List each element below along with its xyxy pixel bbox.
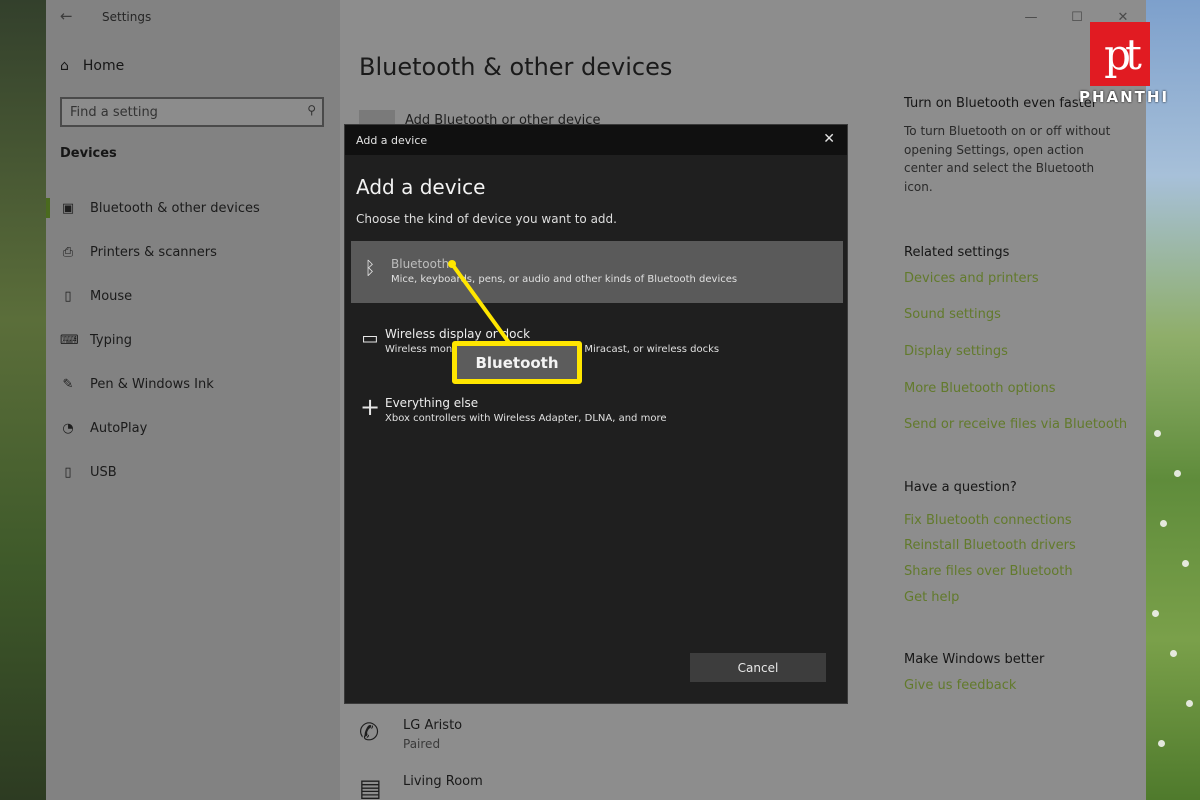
sidebar-item-bluetooth[interactable]: ▣ Bluetooth & other devices xyxy=(46,186,340,230)
sidebar-item-label: USB xyxy=(90,464,117,480)
dialog-heading: Add a device xyxy=(356,175,486,199)
sidebar-item-label: AutoPlay xyxy=(90,420,148,436)
nav-home[interactable]: ⌂ Home xyxy=(60,58,124,74)
link-reinstall-drivers[interactable]: Reinstall Bluetooth drivers xyxy=(904,538,1076,553)
plus-icon: + xyxy=(359,393,381,421)
device-name: LG Aristo xyxy=(403,718,463,733)
tip-heading: Turn on Bluetooth even faster xyxy=(904,96,1098,111)
minimize-button[interactable]: — xyxy=(1008,0,1054,34)
mouse-icon: ▯ xyxy=(64,288,72,304)
back-arrow-icon[interactable]: ← xyxy=(60,7,73,25)
sidebar-item-label: Mouse xyxy=(90,288,133,304)
link-sound-settings[interactable]: Sound settings xyxy=(904,307,1001,322)
search-input[interactable] xyxy=(62,99,292,125)
dialog-titlebar-text: Add a device xyxy=(356,134,428,147)
add-device-dialog: Add a device ✕ Add a device Choose the k… xyxy=(344,124,848,704)
link-share-files[interactable]: Share files over Bluetooth xyxy=(904,564,1073,579)
wallpaper-right xyxy=(1146,0,1200,800)
sidebar-item-mouse[interactable]: ▯ Mouse xyxy=(46,274,340,318)
sidebar-item-autoplay[interactable]: ◔ AutoPlay xyxy=(46,406,340,450)
sidebar-item-printers[interactable]: ⎙ Printers & scanners xyxy=(46,230,340,274)
sidebar-section-devices: Devices xyxy=(60,146,117,161)
sidebar-item-pen[interactable]: ✎ Pen & Windows Ink xyxy=(46,362,340,406)
autoplay-icon: ◔ xyxy=(62,420,74,436)
dialog-subtitle: Choose the kind of device you want to ad… xyxy=(356,212,617,226)
sidebar-item-label: Typing xyxy=(90,332,132,348)
tip-text: To turn Bluetooth on or off without open… xyxy=(904,124,1111,194)
sidebar-item-label: Printers & scanners xyxy=(90,244,217,260)
option-wireless-display[interactable]: ▭ Wireless display or dock Wireless moni… xyxy=(351,311,843,373)
link-fix-bluetooth[interactable]: Fix Bluetooth connections xyxy=(904,513,1072,528)
dialog-title-bar: Add a device ✕ xyxy=(345,125,847,155)
device-item-living-room[interactable]: ▤ Living Room xyxy=(359,774,483,800)
logo-mark: pt xyxy=(1090,22,1150,86)
sidebar-nav: ▣ Bluetooth & other devices ⎙ Printers &… xyxy=(46,186,340,494)
link-send-receive-files[interactable]: Send or receive files via Bluetooth xyxy=(904,417,1127,432)
title-bar: ← Settings — ☐ ✕ xyxy=(46,0,1146,34)
option-desc: Xbox controllers with Wireless Adapter, … xyxy=(385,413,667,424)
pen-icon: ✎ xyxy=(62,376,74,392)
question-heading: Have a question? xyxy=(904,480,1017,495)
bluetooth-devices-icon: ▣ xyxy=(61,200,75,216)
logo-text: PHANTHI xyxy=(1078,88,1170,106)
device-name: Living Room xyxy=(403,774,483,789)
option-everything-else[interactable]: + Everything else Xbox controllers with … xyxy=(351,380,843,442)
dialog-close-icon[interactable]: ✕ xyxy=(823,131,835,147)
link-give-feedback[interactable]: Give us feedback xyxy=(904,678,1016,693)
search-icon[interactable]: ⚲ xyxy=(307,103,316,117)
bluetooth-icon: ᛒ xyxy=(364,258,376,279)
link-more-bluetooth-options[interactable]: More Bluetooth options xyxy=(904,381,1055,396)
related-settings-heading: Related settings xyxy=(904,245,1010,260)
option-bluetooth[interactable]: ᛒ Bluetooth Mice, keyboards, pens, or au… xyxy=(351,241,843,303)
window-title: Settings xyxy=(102,10,152,24)
wallpaper-left xyxy=(0,0,46,800)
make-windows-better-heading: Make Windows better xyxy=(904,652,1045,667)
sidebar-item-typing[interactable]: ⌨ Typing xyxy=(46,318,340,362)
device-item-lg-aristo[interactable]: ✆ LG Aristo Paired xyxy=(359,718,462,751)
media-device-icon: ▤ xyxy=(359,774,382,800)
usb-icon: ▯ xyxy=(64,464,72,480)
sidebar-item-usb[interactable]: ▯ USB xyxy=(46,450,340,494)
link-get-help[interactable]: Get help xyxy=(904,590,959,605)
option-title: Bluetooth xyxy=(391,257,450,271)
callout-label: Bluetooth xyxy=(452,341,582,384)
phone-icon: ✆ xyxy=(359,718,380,746)
link-display-settings[interactable]: Display settings xyxy=(904,344,1008,359)
monitor-icon: ▭ xyxy=(361,328,379,349)
nav-home-label: Home xyxy=(82,58,125,74)
keyboard-icon: ⌨ xyxy=(60,332,79,348)
search-box[interactable]: ⚲ xyxy=(60,97,324,127)
option-title: Everything else xyxy=(385,396,479,410)
link-devices-and-printers[interactable]: Devices and printers xyxy=(904,271,1039,286)
cancel-button[interactable]: Cancel xyxy=(690,653,826,682)
sidebar-item-label: Bluetooth & other devices xyxy=(90,200,260,216)
sidebar-item-label: Pen & Windows Ink xyxy=(90,376,214,392)
page-title: Bluetooth & other devices xyxy=(359,53,673,81)
device-status: Paired xyxy=(403,737,441,751)
printer-icon: ⎙ xyxy=(62,244,74,260)
home-icon: ⌂ xyxy=(60,58,69,74)
option-title: Wireless display or dock xyxy=(385,327,531,341)
phanthi-logo: pt PHANTHI xyxy=(1072,22,1176,112)
option-desc: Mice, keyboards, pens, or audio and othe… xyxy=(391,274,738,285)
